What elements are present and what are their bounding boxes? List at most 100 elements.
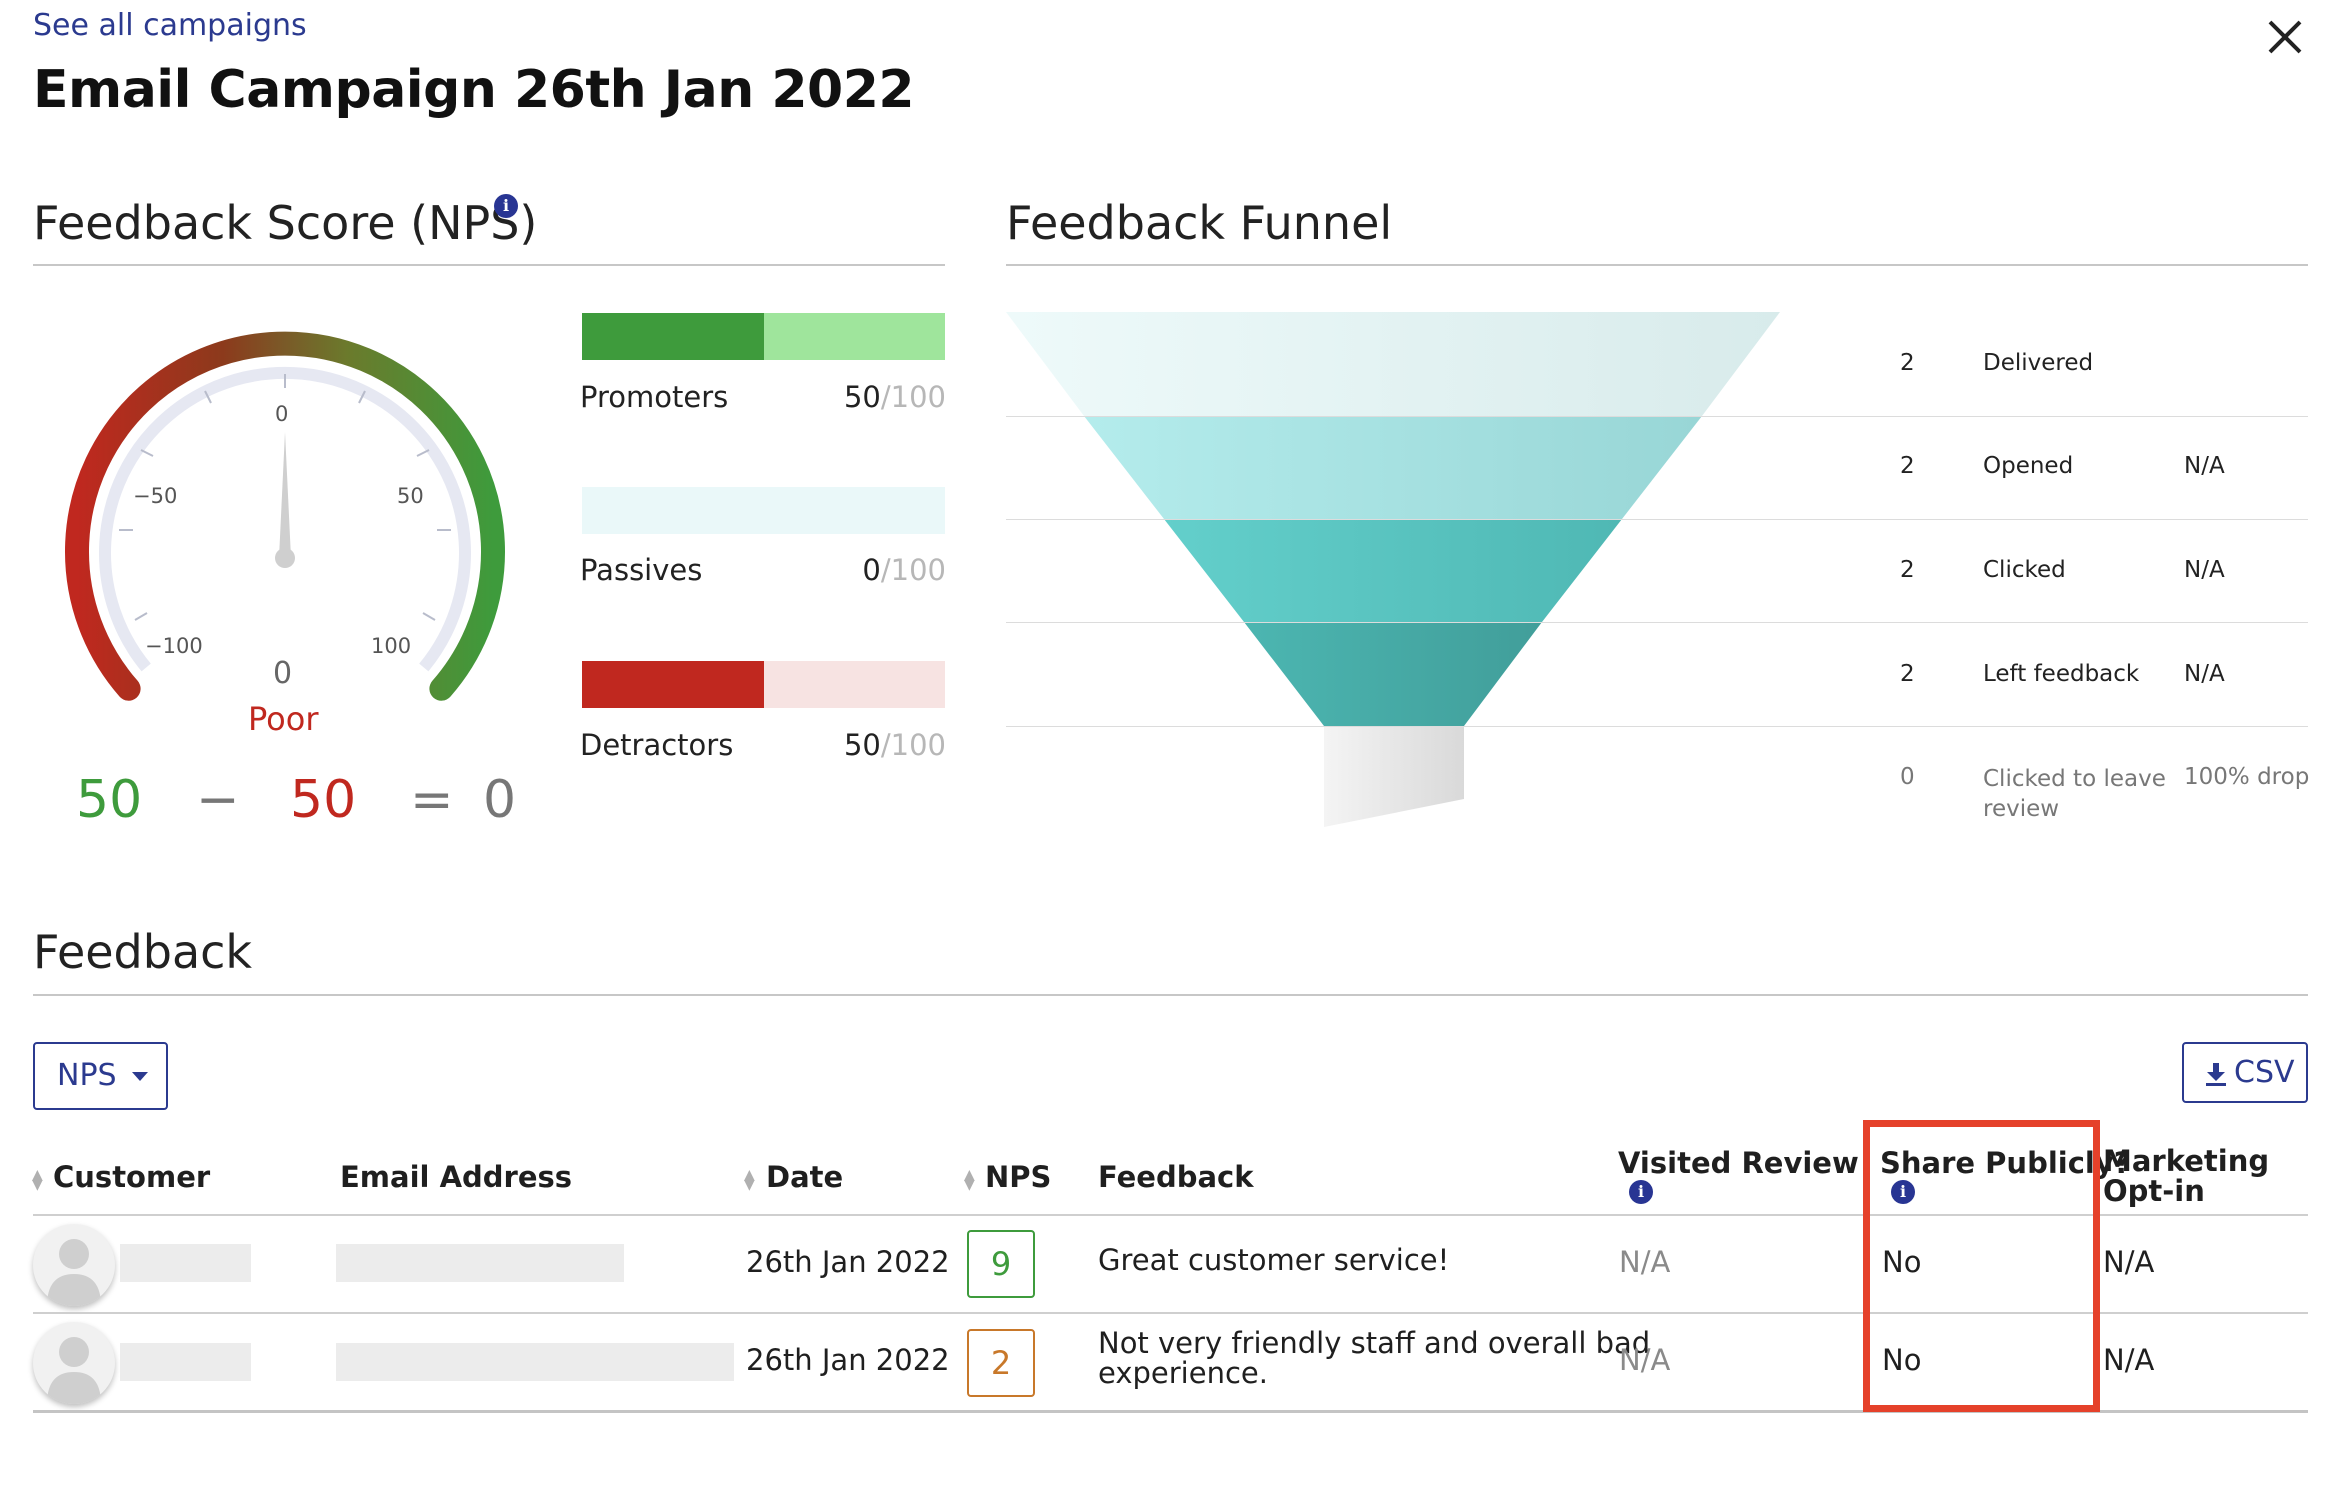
funnel-stage-clicked bbox=[1164, 519, 1622, 622]
sort-icon[interactable]: ▲ ▼ bbox=[964, 1168, 975, 1192]
promoters-label: Promoters bbox=[580, 380, 729, 414]
funnel-row-divider bbox=[1006, 416, 2308, 417]
gauge-tick-100: 100 bbox=[371, 634, 412, 658]
funnel-stage-label: Clicked to leave review bbox=[1983, 766, 2166, 822]
close-icon bbox=[2268, 20, 2302, 54]
funnel-stage-label: Opened bbox=[1983, 453, 2074, 479]
funnel-count: 2 bbox=[1900, 453, 1915, 479]
nps-gauge: 0 −50 50 −100 100 0 Poor bbox=[55, 330, 515, 738]
row-marketing: N/A bbox=[2103, 1245, 2155, 1279]
equation-detractors: 50 bbox=[290, 770, 357, 830]
feedback-section-title: Feedback bbox=[33, 925, 253, 979]
row-visited: N/A bbox=[1619, 1245, 1671, 1279]
funnel-stage-delivered bbox=[1006, 312, 1780, 416]
csv-button-label: CSV bbox=[2234, 1055, 2295, 1090]
promoters-bar-fill bbox=[582, 313, 764, 360]
nps-section-title-text: Feedback Score (NPS) bbox=[33, 196, 538, 250]
funnel-row-divider bbox=[1006, 622, 2308, 623]
page-title: Email Campaign 26th Jan 2022 bbox=[33, 60, 915, 120]
gauge-needle-hub bbox=[275, 548, 295, 568]
funnel-section-title: Feedback Funnel bbox=[1006, 196, 1393, 250]
column-header-customer[interactable]: Customer bbox=[53, 1160, 210, 1194]
detractors-count: 50/100 bbox=[843, 728, 946, 762]
passives-bar bbox=[582, 487, 945, 534]
funnel-stage-rate: N/A bbox=[2184, 557, 2225, 583]
equation-equals: = bbox=[410, 770, 454, 830]
row-feedback: Great customer service! bbox=[1098, 1245, 1598, 1275]
email-redacted bbox=[336, 1343, 734, 1381]
gauge-tick-minus-100: −100 bbox=[145, 634, 203, 658]
column-header-visited: Visited Review Site bbox=[1618, 1146, 1866, 1180]
csv-download-button[interactable]: CSV bbox=[2182, 1042, 2308, 1103]
equation-promoters: 50 bbox=[76, 770, 143, 830]
sort-icon[interactable]: ▲ ▼ bbox=[744, 1168, 755, 1192]
equation-minus: − bbox=[196, 770, 240, 830]
funnel-stage-label: Delivered bbox=[1983, 350, 2094, 376]
close-button[interactable] bbox=[2262, 14, 2308, 60]
customer-name-redacted bbox=[120, 1244, 251, 1282]
row-feedback-line2: experience. bbox=[1098, 1356, 1268, 1390]
passives-label: Passives bbox=[580, 553, 703, 587]
funnel-row-divider bbox=[1006, 726, 2308, 727]
email-redacted bbox=[336, 1244, 624, 1282]
funnel-stage-rate: N/A bbox=[2184, 453, 2225, 479]
column-header-nps[interactable]: NPS bbox=[985, 1160, 1051, 1194]
caret-down-icon bbox=[132, 1072, 149, 1081]
funnel-stage-rate: 100% drop bbox=[2184, 764, 2310, 790]
funnel-stage-clicked-review bbox=[1324, 726, 1464, 827]
row-date: 26th Jan 2022 bbox=[746, 1245, 950, 1279]
column-header-marketing-line1: Marketing bbox=[2103, 1144, 2270, 1178]
funnel-stage-opened bbox=[1084, 416, 1702, 519]
gauge-tick-50: 50 bbox=[397, 484, 424, 508]
avatar bbox=[33, 1224, 115, 1306]
column-header-visited-clip: Visited Review Site bbox=[1618, 1146, 1866, 1190]
gauge-needle bbox=[279, 432, 291, 558]
nps-score-badge: 9 bbox=[967, 1230, 1035, 1298]
promoters-bar bbox=[582, 313, 945, 360]
nps-info-icon[interactable]: i bbox=[494, 194, 518, 218]
row-feedback: Not very friendly staff and overall bad … bbox=[1098, 1326, 1651, 1390]
equation-result: 0 bbox=[483, 770, 517, 830]
avatar bbox=[33, 1322, 115, 1404]
gauge-rating: Poor bbox=[248, 700, 319, 738]
nps-filter-dropdown[interactable]: NPS bbox=[33, 1042, 168, 1110]
feedback-section-divider bbox=[33, 994, 2308, 996]
column-header-email: Email Address bbox=[340, 1160, 573, 1194]
detractors-bar-fill bbox=[582, 661, 764, 708]
column-header-marketing-line2: Opt-in bbox=[2103, 1174, 2205, 1208]
column-header-feedback: Feedback bbox=[1098, 1160, 1254, 1194]
funnel-stage-label: Left feedback bbox=[1983, 661, 2140, 687]
passives-count: 0/100 bbox=[862, 553, 946, 587]
nps-section-title: Feedback Score (NPS) bbox=[33, 196, 537, 250]
row-feedback-line1: Great customer service! bbox=[1098, 1243, 1450, 1277]
funnel-row-divider bbox=[1006, 519, 2308, 520]
feedback-funnel-graphic bbox=[1006, 312, 1786, 832]
gauge-value: 0 bbox=[273, 656, 293, 691]
funnel-count: 2 bbox=[1900, 557, 1915, 583]
row-feedback-line1: Not very friendly staff and overall bad bbox=[1098, 1326, 1651, 1360]
detractors-bar bbox=[582, 661, 945, 708]
nps-score-badge: 2 bbox=[967, 1329, 1035, 1397]
visited-info-icon[interactable]: i bbox=[1629, 1180, 1653, 1204]
gauge-tick-0: 0 bbox=[275, 402, 289, 426]
row-visited: N/A bbox=[1619, 1343, 1671, 1377]
see-all-campaigns-link[interactable]: See all campaigns bbox=[33, 8, 307, 43]
customer-name-redacted bbox=[120, 1343, 251, 1381]
download-icon bbox=[2206, 1062, 2226, 1086]
funnel-count: 2 bbox=[1900, 350, 1915, 376]
row-date: 26th Jan 2022 bbox=[746, 1343, 950, 1377]
funnel-section-divider bbox=[1006, 264, 2308, 266]
nps-section-divider bbox=[33, 264, 945, 266]
passives-bar-track bbox=[582, 487, 945, 534]
user-silhouette-icon bbox=[47, 1239, 101, 1306]
user-silhouette-icon bbox=[47, 1337, 101, 1404]
funnel-stage-rate: N/A bbox=[2184, 661, 2225, 687]
detractors-label: Detractors bbox=[580, 728, 734, 762]
promoters-count: 50/100 bbox=[843, 380, 946, 414]
funnel-count: 0 bbox=[1900, 764, 1915, 790]
funnel-stage-label: Clicked bbox=[1983, 557, 2066, 583]
funnel-count: 2 bbox=[1900, 661, 1915, 687]
share-publicly-highlight bbox=[1863, 1120, 2100, 1412]
sort-icon[interactable]: ▲ ▼ bbox=[32, 1168, 43, 1192]
column-header-date[interactable]: Date bbox=[766, 1160, 843, 1194]
